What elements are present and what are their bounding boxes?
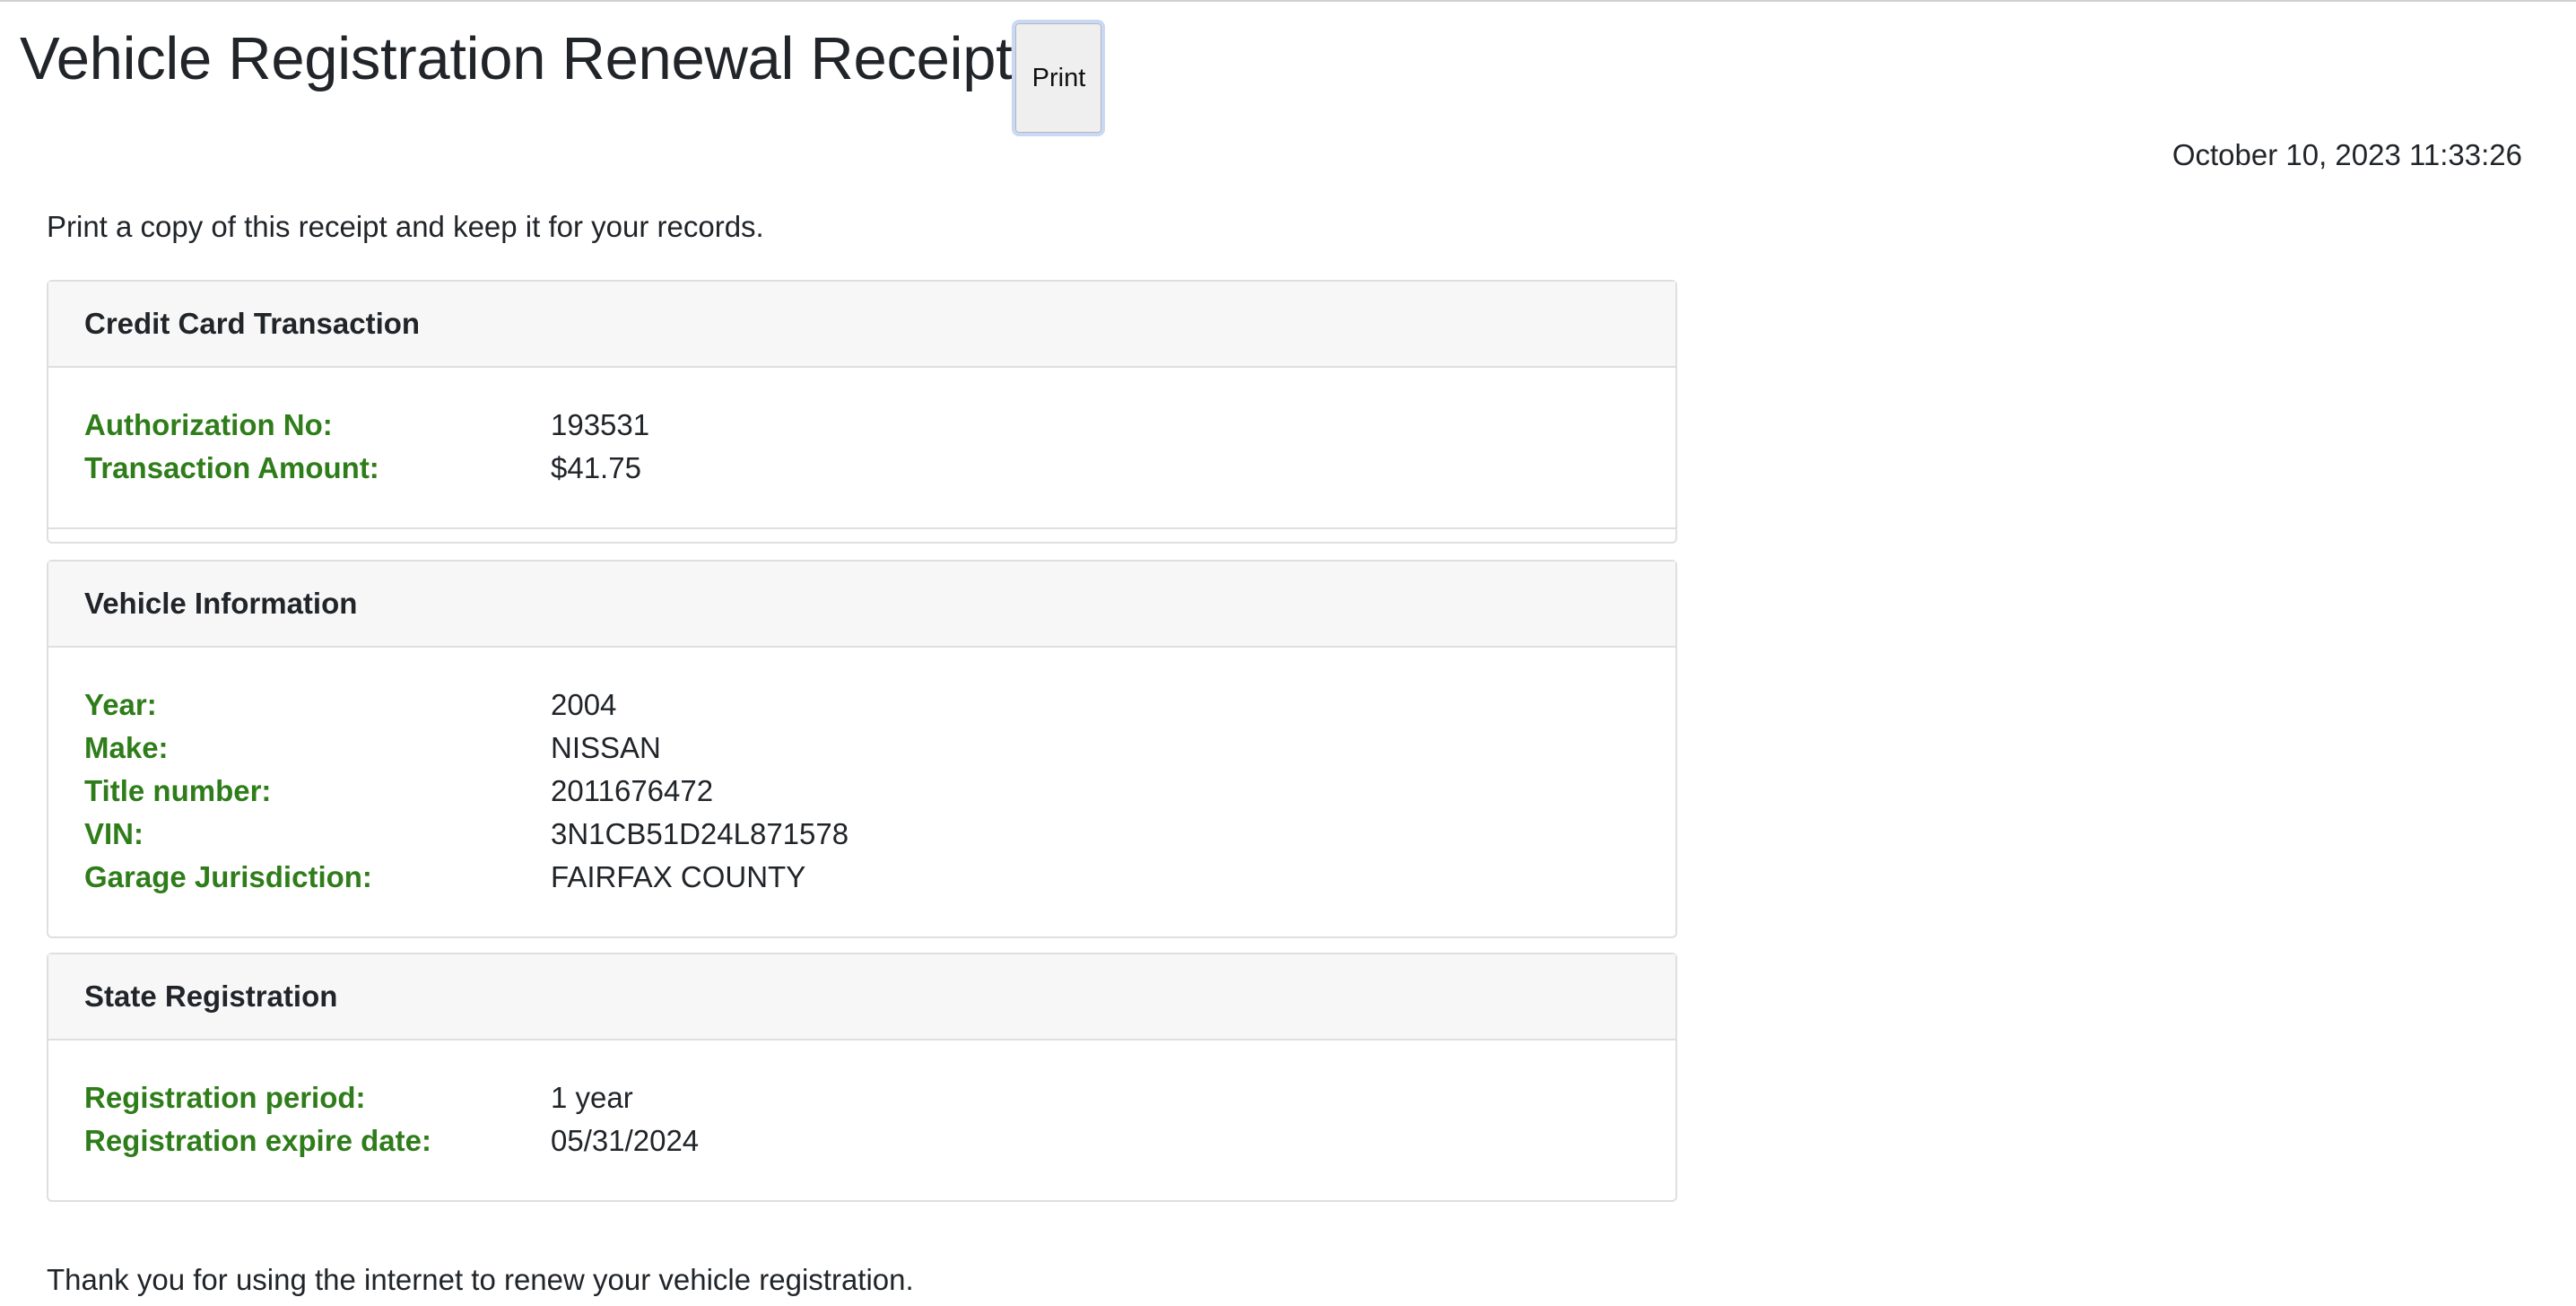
detail-value: 05/31/2024 xyxy=(551,1124,700,1157)
card-header-state-registration: State Registration xyxy=(48,954,1675,1040)
detail-value: 2011676472 xyxy=(551,774,714,807)
card-body-credit-card: Authorization No: 193531 Transaction Amo… xyxy=(48,368,1675,490)
credit-card-card-inner: Credit Card Transaction Authorization No… xyxy=(48,282,1675,529)
vehicle-information-card: Vehicle Information Year: 2004 Make: NIS… xyxy=(47,560,1677,938)
detail-row-registration-period: Registration period: 1 year xyxy=(84,1076,1640,1119)
credit-card-transaction-card: Credit Card Transaction Authorization No… xyxy=(47,280,1677,544)
detail-label: Year: xyxy=(84,688,157,721)
detail-row-transaction-amount: Transaction Amount: $41.75 xyxy=(84,447,1640,490)
detail-label: Title number: xyxy=(84,774,272,807)
detail-row-title-number: Title number: 2011676472 xyxy=(84,770,1640,813)
top-divider xyxy=(0,0,2576,2)
detail-row-year: Year: 2004 xyxy=(84,683,1640,727)
detail-row-garage-jurisdiction: Garage Jurisdiction: FAIRFAX COUNTY xyxy=(84,856,1640,899)
card-header-vehicle: Vehicle Information xyxy=(48,562,1675,648)
detail-label: Authorization No: xyxy=(84,408,333,441)
detail-row-authorization: Authorization No: 193531 xyxy=(84,404,1640,447)
print-button[interactable]: Print xyxy=(1012,20,1106,136)
detail-value: NISSAN xyxy=(551,731,661,764)
detail-row-vin: VIN: 3N1CB51D24L871578 xyxy=(84,813,1640,856)
closing-text: Thank you for using the internet to rene… xyxy=(47,1263,914,1296)
detail-row-make: Make: NISSAN xyxy=(84,727,1640,770)
detail-label: Transaction Amount: xyxy=(84,451,379,484)
page-header: Vehicle Registration Renewal Receipt Pri… xyxy=(20,20,1106,136)
detail-value: $41.75 xyxy=(551,451,641,484)
card-body-state-registration: Registration period: 1 year Registration… xyxy=(48,1040,1675,1162)
receipt-timestamp: October 10, 2023 11:33:26 xyxy=(2171,138,2522,171)
detail-value: FAIRFAX COUNTY xyxy=(551,860,806,893)
detail-value: 193531 xyxy=(551,408,650,441)
detail-row-registration-expire-date: Registration expire date: 05/31/2024 xyxy=(84,1119,1640,1162)
card-body-vehicle: Year: 2004 Make: NISSAN Title number: 20… xyxy=(48,648,1675,899)
detail-label: Registration expire date: xyxy=(84,1124,431,1157)
detail-label: Garage Jurisdiction: xyxy=(84,860,372,893)
detail-label: Make: xyxy=(84,731,169,764)
card-header-credit-card: Credit Card Transaction xyxy=(48,282,1675,368)
detail-value: 2004 xyxy=(551,688,617,721)
detail-label: Registration period: xyxy=(84,1081,366,1114)
detail-value: 1 year xyxy=(551,1081,633,1114)
state-registration-card: State Registration Registration period: … xyxy=(47,953,1677,1202)
detail-value: 3N1CB51D24L871578 xyxy=(551,817,849,850)
intro-text: Print a copy of this receipt and keep it… xyxy=(47,210,764,243)
page-title: Vehicle Registration Renewal Receipt xyxy=(20,25,1013,92)
detail-label: VIN: xyxy=(84,817,144,850)
